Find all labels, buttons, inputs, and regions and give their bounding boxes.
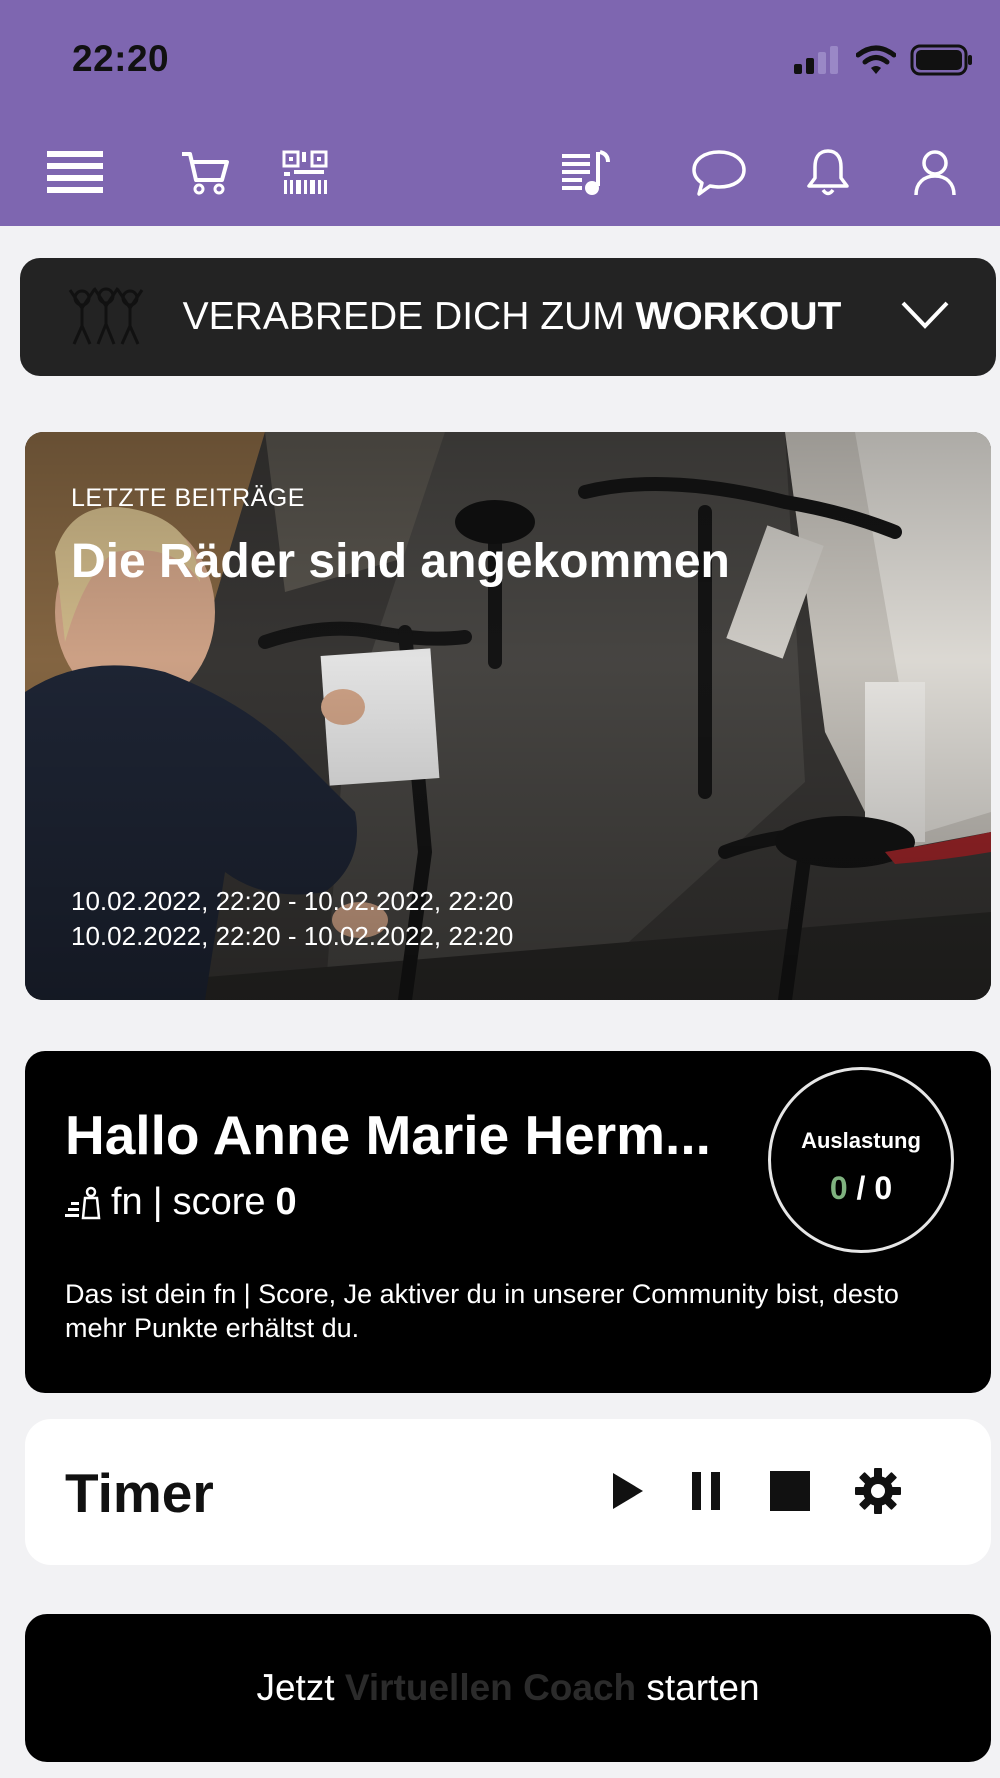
timer-title: Timer [65,1462,214,1524]
chat-button[interactable] [684,138,754,208]
coach-suffix: starten [636,1667,760,1708]
menu-button[interactable] [40,138,110,208]
occupancy-max: 0 [874,1170,893,1206]
timer-pause-button[interactable] [671,1456,741,1526]
wifi-icon [856,45,896,74]
cart-icon [182,152,229,195]
top-nav [0,138,1000,208]
timer-card: Timer [25,1419,991,1565]
cart-button[interactable] [170,138,240,208]
workout-banner[interactable]: VERABREDE DICH ZUM WORKOUT [20,258,996,376]
timer-settings-button[interactable] [843,1456,913,1526]
chevron-down-icon [901,301,949,329]
greeting: Hallo Anne Marie Herm... [65,1104,711,1166]
menu-icon [47,151,103,193]
coach-button-label: Jetzt Virtuellen Coach starten [25,1614,991,1762]
gear-icon [855,1468,901,1514]
pause-icon [692,1472,720,1510]
timer-play-button[interactable] [593,1456,663,1526]
occupancy-gauge[interactable]: Auslastung 0 / 0 [768,1067,954,1253]
cellular-signal-icon [794,46,838,74]
post-date-range: 10.02.2022, 22:20 - 10.02.2022, 22:20 [71,886,514,916]
group-workout-icon [68,287,144,345]
status-time: 22:20 [72,38,170,79]
chat-icon [692,150,746,196]
playlist-button[interactable] [550,138,620,208]
post-title: Die Räder sind angekommen [71,535,730,588]
app-header: 22:20 [0,0,1000,226]
profile-score-card: Hallo Anne Marie Herm... fn | score 0 Da… [25,1051,991,1393]
start-virtual-coach-button[interactable]: Jetzt Virtuellen Coach starten [25,1614,991,1762]
battery-icon [910,44,972,76]
workout-banner-text: VERABREDE DICH ZUM WORKOUT [178,258,846,376]
score-description: Das ist dein fn | Score, Je aktiver du i… [65,1279,899,1343]
post-kicker: LETZTE BEITRÄGE [71,484,305,512]
score-brand: fn [111,1181,143,1223]
play-icon [613,1473,643,1509]
occupancy-label: Auslastung [801,1128,921,1153]
score-ranking-icon [65,1186,101,1219]
workout-banner-emphasis: WORKOUT [635,295,842,338]
notifications-button[interactable] [793,138,863,208]
score-separator: | [152,1181,163,1223]
playlist-icon [562,150,610,195]
occupancy-current: 0 [829,1170,848,1206]
qr-code-button[interactable] [270,138,340,208]
stop-icon [770,1471,810,1511]
user-icon [914,150,956,196]
profile-button[interactable] [900,138,970,208]
timer-stop-button[interactable] [755,1456,825,1526]
score-label: score [172,1181,266,1223]
score-value: 0 [275,1181,297,1223]
bell-icon [807,149,849,196]
qr-code-icon [282,150,328,194]
occupancy-separator: / [847,1170,875,1206]
workout-banner-prefix: VERABREDE DICH ZUM [182,295,636,338]
score-row: fn | score 0 [65,1181,297,1224]
latest-post-card[interactable]: LETZTE BEITRÄGE Die Räder sind angekomme… [25,432,991,1000]
post-date-range: 10.02.2022, 22:20 - 10.02.2022, 22:20 [71,921,514,951]
coach-highlight: Virtuellen Coach [344,1667,637,1708]
status-icons [794,44,974,76]
occupancy-values: 0 / 0 [771,1170,951,1207]
coach-prefix: Jetzt [256,1667,345,1708]
